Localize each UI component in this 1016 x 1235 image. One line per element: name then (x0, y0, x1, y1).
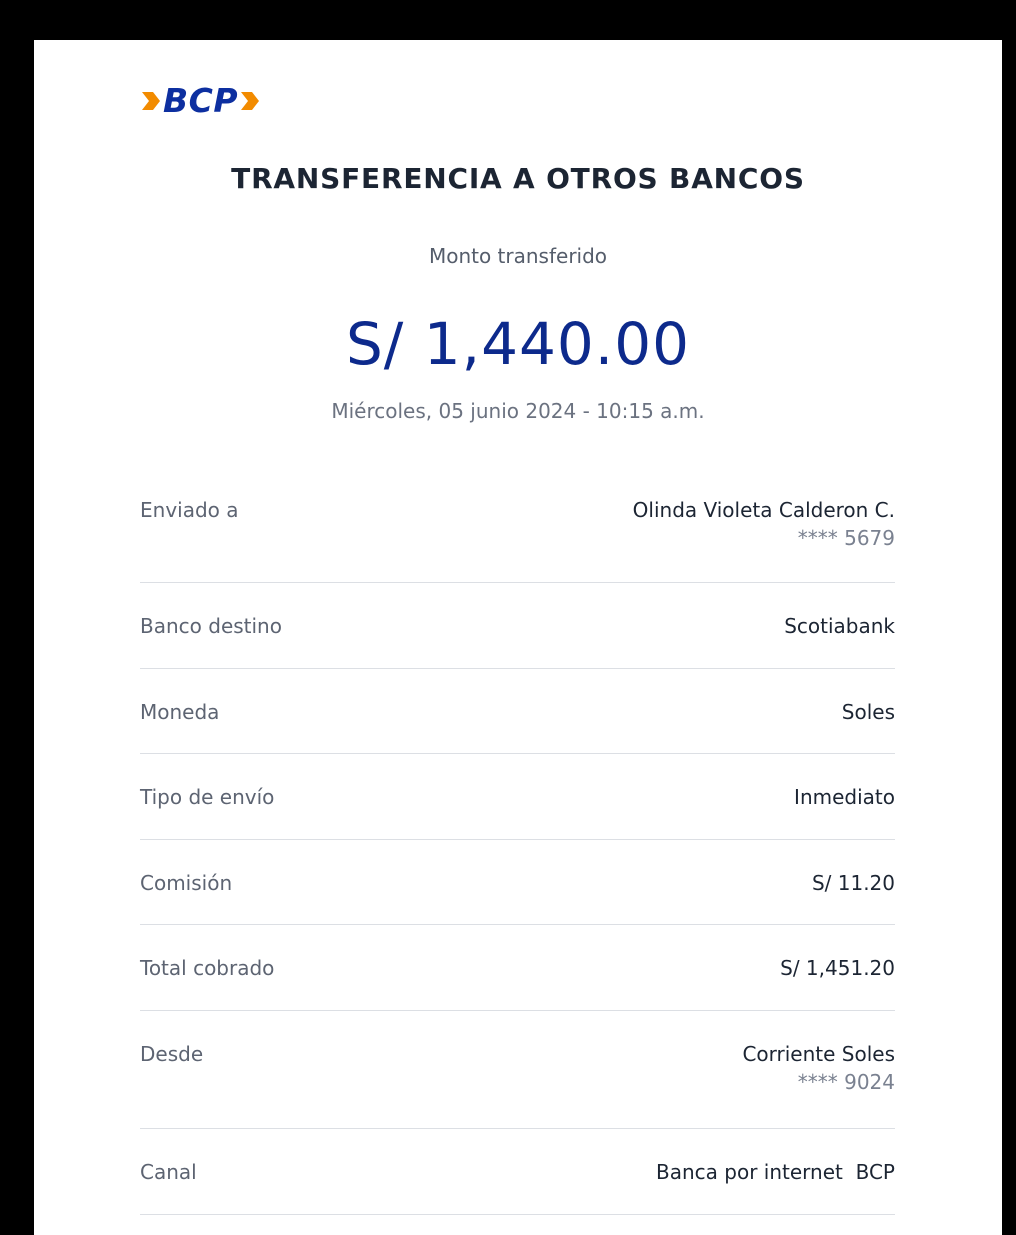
transfer-amount: S/ 1,440.00 (345, 310, 691, 378)
detail-label: Tipo de envío (140, 785, 275, 809)
detail-value: S/ 11.20 (812, 871, 895, 895)
bcp-logo: BCP (140, 84, 261, 117)
destination-bank: Scotiabank (784, 614, 895, 638)
receipt-card: BCP TRANSFERENCIA A OTROS BANCOS Monto t… (34, 40, 1002, 1235)
recipient-account: **** 5679 (797, 526, 895, 550)
detail-value: Soles (842, 700, 895, 724)
shipping-type: Inmediato (794, 785, 895, 809)
detail-row-total: Total cobrado S/ 1,451.20 (140, 925, 895, 1011)
detail-label: Moneda (140, 700, 220, 724)
detail-value: Banca por internet BCP (656, 1160, 895, 1184)
recipient-name: Olinda Violeta Calderon C. (632, 498, 895, 522)
currency: Soles (841, 700, 895, 724)
detail-label: Total cobrado (140, 956, 275, 980)
transfer-datetime: Miércoles, 05 junio 2024 - 10:15 a.m. (331, 399, 705, 423)
detail-row-bank: Banco destino Scotiabank (140, 583, 895, 669)
logo-text: BCP (163, 81, 239, 120)
page-title: TRANSFERENCIA A OTROS BANCOS (231, 162, 805, 195)
detail-row-currency: Moneda Soles (140, 669, 895, 754)
detail-label: Desde (140, 1042, 204, 1066)
detail-row-recipient: Enviado a Olinda Violeta Calderon C. ***… (140, 470, 895, 583)
detail-row-shipping-type: Tipo de envío Inmediato (140, 754, 895, 840)
fee: S/ 11.20 (811, 871, 895, 895)
detail-value: Corriente Soles **** 9024 (742, 1042, 895, 1094)
detail-label: Banco destino (140, 614, 282, 638)
amount-label: Monto transferido (428, 244, 608, 268)
total-charged: S/ 1,451.20 (780, 956, 895, 980)
detail-row-fee: Comisión S/ 11.20 (140, 840, 895, 925)
details-list: Enviado a Olinda Violeta Calderon C. ***… (140, 470, 895, 1215)
detail-label: Canal (140, 1160, 197, 1184)
detail-label: Enviado a (140, 498, 239, 522)
detail-value: Scotiabank (784, 614, 895, 638)
source-account-type: Corriente Soles (742, 1042, 895, 1066)
channel: Banca por internet BCP (656, 1160, 895, 1184)
detail-value: Inmediato (794, 785, 895, 809)
source-account-number: **** 9024 (797, 1070, 895, 1094)
detail-label: Comisión (140, 871, 233, 895)
chevron-right-icon (142, 91, 160, 110)
detail-value: Olinda Violeta Calderon C. **** 5679 (633, 498, 895, 550)
chevron-right-icon (241, 91, 260, 110)
detail-row-channel: Canal Banca por internet BCP (140, 1129, 895, 1215)
detail-value: S/ 1,451.20 (780, 956, 895, 980)
detail-row-source: Desde Corriente Soles **** 9024 (140, 1011, 895, 1129)
